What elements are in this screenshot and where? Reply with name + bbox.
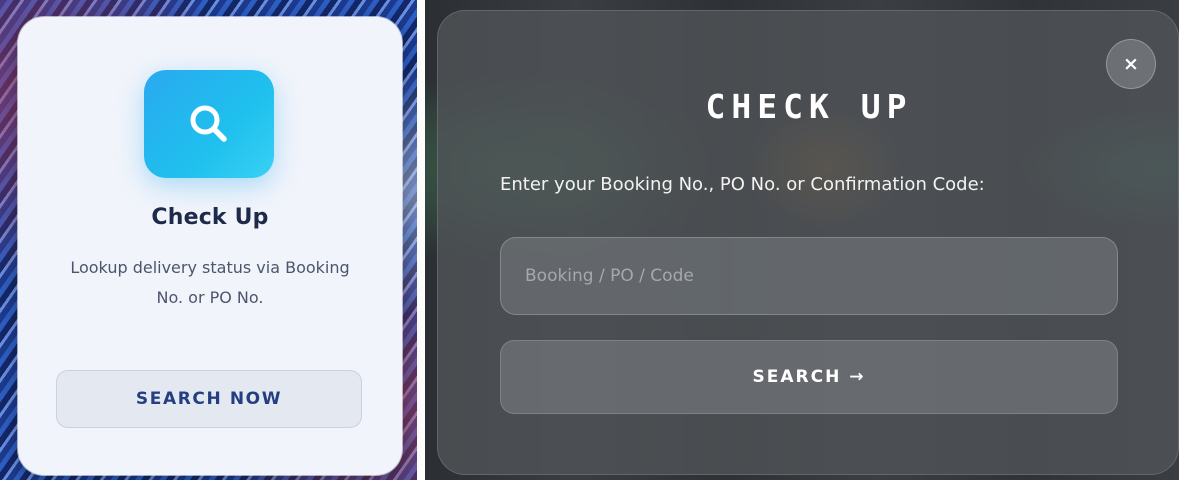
card-description: Lookup delivery status via Booking No. o… xyxy=(70,258,350,307)
search-icon-tile xyxy=(144,70,274,178)
screenshot-stage: Check Up Lookup delivery status via Book… xyxy=(0,0,1179,480)
booking-code-input[interactable] xyxy=(500,237,1118,315)
close-button[interactable]: × xyxy=(1106,39,1156,89)
search-now-button[interactable]: SEARCH NOW xyxy=(56,370,362,428)
card-title: Check Up xyxy=(151,205,269,230)
search-button[interactable]: SEARCH → xyxy=(500,340,1118,414)
close-icon: × xyxy=(1123,53,1139,75)
input-prompt: Enter your Booking No., PO No. or Confir… xyxy=(500,174,985,195)
modal-title: CHECK UP xyxy=(705,87,913,126)
check-up-modal: × CHECK UP Enter your Booking No., PO No… xyxy=(437,10,1179,475)
search-icon xyxy=(186,101,232,147)
check-up-card: Check Up Lookup delivery status via Book… xyxy=(18,17,402,475)
